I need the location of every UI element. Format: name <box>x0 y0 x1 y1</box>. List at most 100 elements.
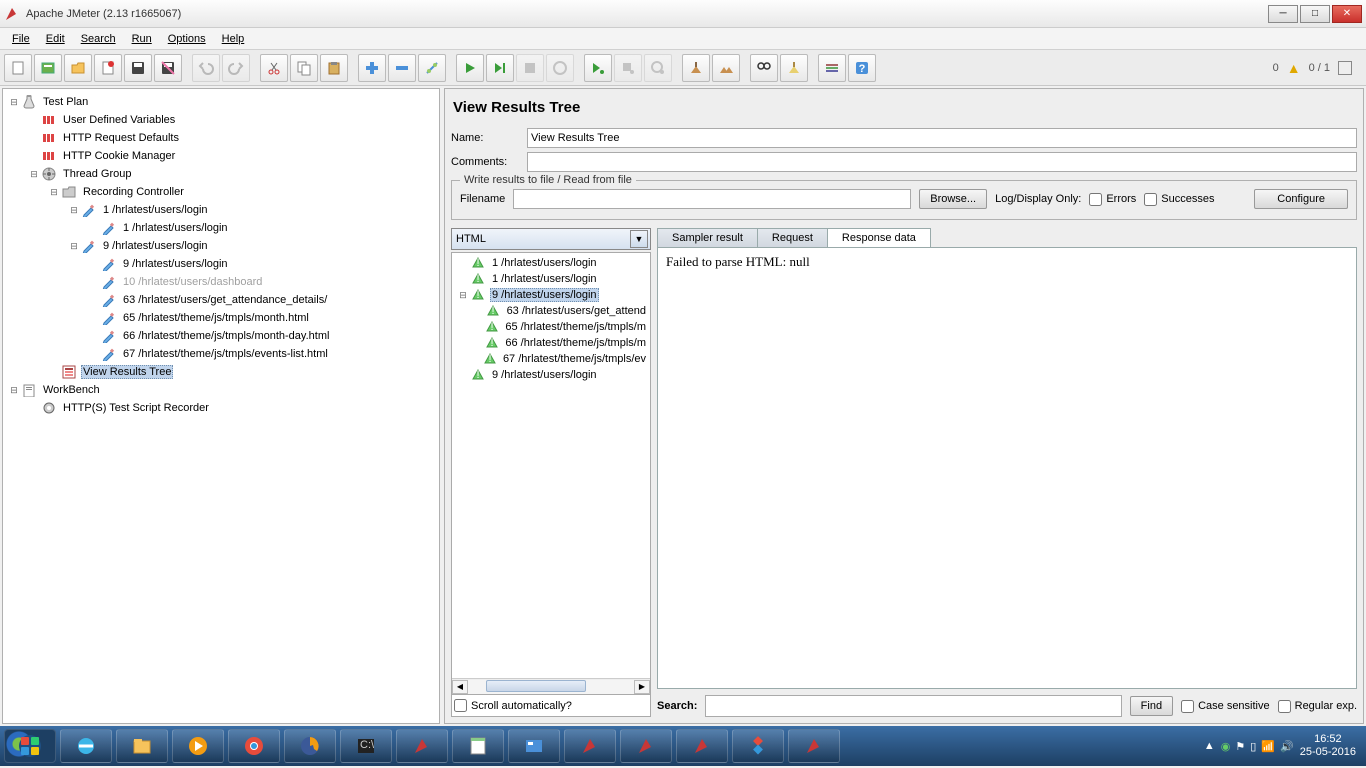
taskbar-chrome[interactable] <box>228 729 280 763</box>
successes-checkbox[interactable]: Successes <box>1144 193 1214 206</box>
comments-input[interactable] <box>527 152 1357 172</box>
new-button[interactable] <box>4 54 32 82</box>
menu-search[interactable]: Search <box>73 31 124 47</box>
test-plan-tree[interactable]: ⊟Test Plan•User Defined Variables•HTTP R… <box>2 88 440 724</box>
search-tree-button[interactable] <box>750 54 778 82</box>
tree-node[interactable]: •User Defined Variables <box>5 111 437 129</box>
tab-request[interactable]: Request <box>757 228 828 247</box>
regex-checkbox[interactable]: Regular exp. <box>1278 700 1357 713</box>
menu-help[interactable]: Help <box>214 31 253 47</box>
tree-node[interactable]: •View Results Tree <box>5 363 437 381</box>
flag-icon[interactable]: ⚑ <box>1235 740 1245 753</box>
tree-node[interactable]: ⊟Thread Group <box>5 165 437 183</box>
tray-icons[interactable]: ◉ ⚑ ▯ 📶 🔊 <box>1221 740 1294 753</box>
tree-toggle-icon[interactable]: ⊟ <box>69 205 79 216</box>
case-sensitive-checkbox[interactable]: Case sensitive <box>1181 700 1270 713</box>
horizontal-scrollbar[interactable]: ◀ ▶ <box>452 678 650 694</box>
battery-icon[interactable]: ▯ <box>1250 740 1256 753</box>
tree-node[interactable]: ⊟9 /hrlatest/users/login <box>5 237 437 255</box>
tree-node[interactable]: ⊟1 /hrlatest/users/login <box>5 201 437 219</box>
stop-button[interactable] <box>516 54 544 82</box>
maximize-button[interactable]: □ <box>1300 5 1330 23</box>
taskbar-misc[interactable] <box>732 729 784 763</box>
redo-button[interactable] <box>222 54 250 82</box>
menu-options[interactable]: Options <box>160 31 214 47</box>
browse-button[interactable]: Browse... <box>919 189 987 209</box>
tree-node[interactable]: •1 /hrlatest/users/login <box>5 219 437 237</box>
taskbar-cmd[interactable]: C:\ <box>340 729 392 763</box>
tree-toggle-icon[interactable]: ⊟ <box>69 241 79 252</box>
remote-stop-button[interactable] <box>614 54 642 82</box>
menu-run[interactable]: Run <box>124 31 160 47</box>
network-icon[interactable]: 📶 <box>1261 740 1275 753</box>
search-input[interactable] <box>705 695 1121 717</box>
help-button[interactable]: ? <box>848 54 876 82</box>
configure-button[interactable]: Configure <box>1254 189 1348 209</box>
function-helper-button[interactable] <box>818 54 846 82</box>
toggle-button[interactable] <box>418 54 446 82</box>
clear-button[interactable] <box>682 54 710 82</box>
start-button[interactable] <box>456 54 484 82</box>
tree-node[interactable]: •63 /hrlatest/users/get_attendance_detai… <box>5 291 437 309</box>
undo-button[interactable] <box>192 54 220 82</box>
tray-expand-icon[interactable]: ▲ <box>1204 740 1215 752</box>
paste-button[interactable] <box>320 54 348 82</box>
templates-button[interactable] <box>34 54 62 82</box>
tree-node[interactable]: ⊟Recording Controller <box>5 183 437 201</box>
name-input[interactable] <box>527 128 1357 148</box>
tree-node[interactable]: •65 /hrlatest/theme/js/tmpls/month.html <box>5 309 437 327</box>
close-button[interactable]: ✕ <box>1332 5 1362 23</box>
scroll-right-icon[interactable]: ▶ <box>634 680 650 694</box>
result-node[interactable]: •!63 /hrlatest/users/get_attend <box>454 303 648 319</box>
tray-icon[interactable]: ◉ <box>1221 740 1231 753</box>
taskbar-explorer[interactable] <box>116 729 168 763</box>
save-as-button[interactable] <box>154 54 182 82</box>
taskbar-jmeter-4[interactable] <box>676 729 728 763</box>
result-node[interactable]: •!67 /hrlatest/theme/js/tmpls/ev <box>454 351 648 367</box>
result-node[interactable]: •!66 /hrlatest/theme/js/tmpls/m <box>454 335 648 351</box>
result-node[interactable]: •!1 /hrlatest/users/login <box>454 271 648 287</box>
open-button[interactable] <box>64 54 92 82</box>
filename-input[interactable] <box>513 189 911 209</box>
result-node[interactable]: •!9 /hrlatest/users/login <box>454 367 648 383</box>
tree-node[interactable]: •66 /hrlatest/theme/js/tmpls/month-day.h… <box>5 327 437 345</box>
result-node[interactable]: •!65 /hrlatest/theme/js/tmpls/m <box>454 319 648 335</box>
minimize-button[interactable]: ─ <box>1268 5 1298 23</box>
reset-search-button[interactable] <box>780 54 808 82</box>
clear-all-button[interactable] <box>712 54 740 82</box>
start-button[interactable] <box>4 729 56 763</box>
expand-button[interactable] <box>358 54 386 82</box>
menu-file[interactable]: File <box>4 31 38 47</box>
shutdown-button[interactable] <box>546 54 574 82</box>
result-node[interactable]: •!1 /hrlatest/users/login <box>454 255 648 271</box>
tab-sampler-result[interactable]: Sampler result <box>657 228 758 247</box>
close-file-button[interactable] <box>94 54 122 82</box>
tree-toggle-icon[interactable]: ⊟ <box>29 169 39 180</box>
menu-edit[interactable]: Edit <box>38 31 73 47</box>
scroll-auto-checkbox[interactable]: Scroll automatically? <box>454 699 572 712</box>
scrollbar-thumb[interactable] <box>486 680 586 692</box>
remote-shutdown-button[interactable] <box>644 54 672 82</box>
result-node[interactable]: ⊟!9 /hrlatest/users/login <box>454 287 648 303</box>
tree-toggle-icon[interactable]: ⊟ <box>49 187 59 198</box>
tree-toggle-icon[interactable]: ⊟ <box>9 385 19 396</box>
tree-node[interactable]: •10 /hrlatest/users/dashboard <box>5 273 437 291</box>
volume-icon[interactable]: 🔊 <box>1280 740 1294 753</box>
copy-button[interactable] <box>290 54 318 82</box>
taskbar-media[interactable] <box>172 729 224 763</box>
tree-toggle-icon[interactable]: ⊟ <box>9 97 19 108</box>
start-no-pause-button[interactable] <box>486 54 514 82</box>
find-button[interactable]: Find <box>1130 696 1173 716</box>
tab-response-data[interactable]: Response data <box>827 228 931 247</box>
tree-node[interactable]: •9 /hrlatest/users/login <box>5 255 437 273</box>
tree-node[interactable]: •HTTP Request Defaults <box>5 129 437 147</box>
cut-button[interactable] <box>260 54 288 82</box>
taskbar-clock[interactable]: 16:52 25-05-2016 <box>1300 733 1356 759</box>
taskbar-app[interactable] <box>508 729 560 763</box>
tree-toggle-icon[interactable]: ⊟ <box>458 290 468 301</box>
taskbar-firefox[interactable] <box>284 729 336 763</box>
remote-start-button[interactable] <box>584 54 612 82</box>
results-tree[interactable]: •!1 /hrlatest/users/login•!1 /hrlatest/u… <box>451 252 651 695</box>
taskbar-jmeter-2[interactable] <box>564 729 616 763</box>
errors-checkbox[interactable]: Errors <box>1089 193 1136 206</box>
